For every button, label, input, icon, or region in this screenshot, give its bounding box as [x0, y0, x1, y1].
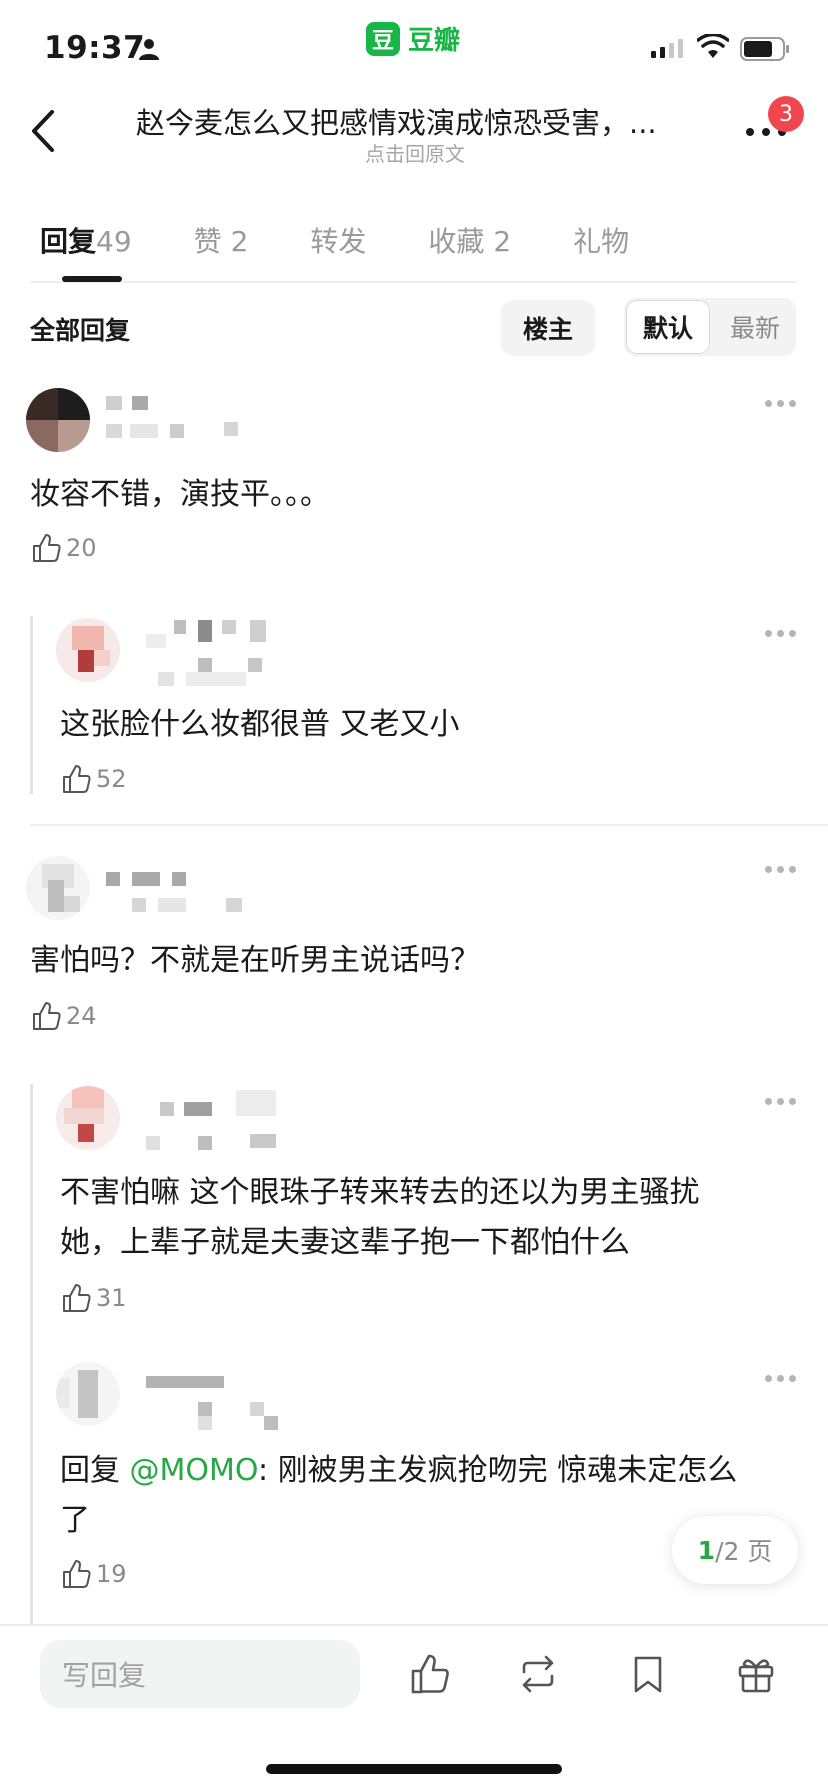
thumb-up-icon [63, 1284, 91, 1312]
back-icon[interactable] [28, 108, 58, 154]
thumb-up-icon [63, 1560, 91, 1588]
like-post-icon[interactable] [408, 1652, 452, 1696]
sort-default-button[interactable]: 默认 [626, 300, 710, 354]
comment-more-icon[interactable] [765, 1098, 799, 1108]
current-page: 1 [697, 1535, 716, 1565]
bottom-bar-divider [0, 1624, 828, 1626]
comment-more-icon[interactable] [765, 630, 799, 640]
like-button[interactable]: 24 [30, 1000, 97, 1032]
thumb-up-icon [33, 534, 61, 562]
comment-text-line: 了 [60, 1503, 90, 1538]
comment-text-line: 她，上辈子就是夫妻这辈子抱一下都怕什么 [60, 1225, 630, 1260]
app-logo: 豆 [366, 21, 400, 56]
like-count: 31 [96, 1284, 127, 1312]
comment-more-icon[interactable] [765, 866, 799, 876]
app-name: 豆瓣 [408, 26, 461, 56]
thread-line [30, 616, 33, 794]
sort-newest-button[interactable]: 最新 [716, 300, 794, 354]
thumb-up-icon [63, 765, 91, 793]
page-indicator[interactable]: 1/2 页 [672, 1516, 798, 1584]
avatar[interactable] [26, 856, 90, 920]
thread-line [30, 1084, 33, 1624]
tab-label: 回复 [40, 225, 97, 258]
comment-text-line: 回复 @MOMO: 刚被男主发疯抢吻完 惊魂未定怎么 [60, 1446, 737, 1496]
bookmark-icon[interactable] [626, 1652, 670, 1696]
reply-input[interactable]: 写回复 [40, 1640, 360, 1708]
tab-likes[interactable]: 赞 2 [194, 220, 249, 260]
notification-badge: 3 [768, 96, 804, 132]
tab-gifts[interactable]: 礼物 [573, 220, 629, 260]
comment-divider [30, 824, 828, 826]
tab-replies[interactable]: 回复49 [40, 220, 132, 260]
app-brand: 豆 豆瓣 [366, 20, 460, 57]
like-button[interactable]: 31 [60, 1282, 127, 1314]
tab-label: 赞 [193, 225, 222, 258]
comment-more-icon[interactable] [765, 400, 799, 410]
avatar[interactable] [56, 1086, 120, 1150]
tab-bar: 回复49 赞 2 转发 收藏 2 礼物 [40, 220, 691, 260]
wifi-icon [697, 34, 729, 58]
tab-divider [30, 281, 796, 283]
avatar[interactable] [56, 618, 120, 682]
like-count: 24 [66, 1002, 97, 1030]
comment-text-rest: : 刚被男主发疯抢吻完 惊魂未定怎么 [258, 1453, 738, 1488]
tab-count: 2 [230, 225, 249, 258]
like-count: 52 [96, 765, 127, 793]
avatar[interactable] [26, 388, 90, 452]
tab-active-indicator [62, 276, 122, 282]
like-button[interactable]: 20 [30, 532, 97, 564]
tab-reposts[interactable]: 转发 [310, 220, 366, 260]
home-indicator[interactable] [266, 1764, 562, 1774]
tab-collections[interactable]: 收藏 2 [428, 220, 511, 260]
back-to-original-link[interactable]: 点击回原文 [300, 138, 530, 167]
mention-link[interactable]: @MOMO [130, 1453, 258, 1488]
battery-icon [740, 37, 789, 61]
tab-label: 转发 [310, 225, 367, 258]
reply-prefix: 回复 [60, 1453, 130, 1488]
total-pages: /2 页 [715, 1537, 773, 1566]
tab-count: 49 [96, 225, 132, 258]
comment-text: 害怕吗？不就是在听男主说话吗？ [30, 943, 480, 978]
like-count: 19 [96, 1560, 127, 1588]
all-replies-label: 全部回复 [30, 316, 131, 345]
post-title[interactable]: 赵今麦怎么又把感情戏演成惊恐受害，... [136, 100, 696, 142]
status-time: 19:37 [44, 30, 146, 66]
thumb-up-icon [33, 1002, 61, 1030]
tab-label: 收藏 [428, 225, 485, 258]
op-only-button[interactable]: 楼主 [501, 300, 595, 356]
person-icon [139, 39, 159, 60]
like-button[interactable]: 19 [60, 1558, 127, 1590]
comment-text: 这张脸什么妆都很普 又老又小 [60, 707, 460, 742]
tab-count: 2 [493, 225, 512, 258]
comment-text: 妆容不错，演技平。。。 [30, 477, 330, 512]
comment-text-line: 不害怕嘛 这个眼珠子转来转去的还以为男主骚扰 [60, 1175, 700, 1210]
like-button[interactable]: 52 [60, 763, 127, 795]
gift-icon[interactable] [734, 1652, 778, 1696]
signal-icon [651, 38, 683, 58]
like-count: 20 [66, 534, 97, 562]
tab-label: 礼物 [573, 225, 630, 258]
avatar[interactable] [56, 1362, 120, 1426]
comment-more-icon[interactable] [765, 1375, 799, 1385]
repost-icon[interactable] [516, 1652, 560, 1696]
